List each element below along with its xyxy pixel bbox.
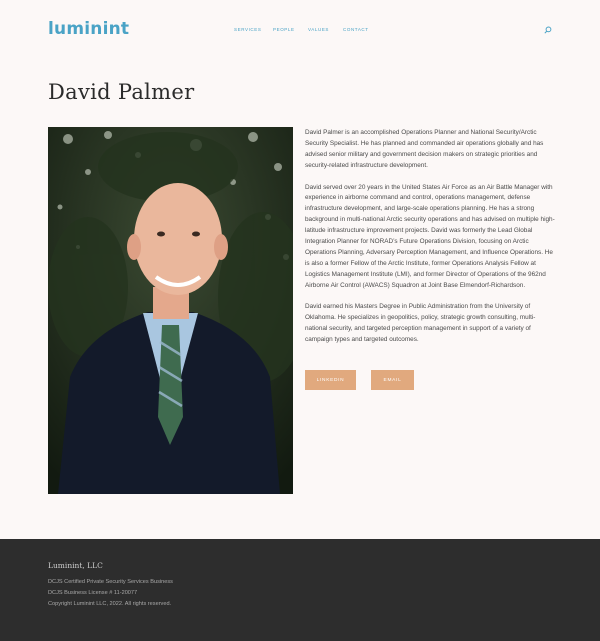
linkedin-button[interactable]: LINKEDIN — [305, 370, 356, 390]
bio-paragraph: David earned his Masters Degree in Publi… — [305, 303, 536, 344]
site-header: luminint SERVICES PEOPLE VALUES CONTACT — [0, 0, 600, 60]
nav-item-values[interactable]: VALUES — [308, 27, 329, 32]
bio-paragraph: David Palmer is an accomplished Operatio… — [305, 129, 544, 169]
bio-paragraph: David served over 20 years in the United… — [305, 183, 555, 289]
profile-photo-image — [48, 127, 293, 494]
footer-license: DCJS Business License # 11-20077 — [48, 590, 138, 596]
site-footer: Luminint, LLC DCJS Certified Private Sec… — [0, 539, 600, 641]
page-title: David Palmer — [48, 80, 195, 104]
email-button[interactable]: EMAIL — [371, 370, 414, 390]
profile-photo — [48, 127, 293, 494]
footer-copyright: Copyright Luminint LLC, 2022. All rights… — [48, 601, 172, 607]
nav-item-people[interactable]: PEOPLE — [273, 27, 295, 32]
footer-certification: DCJS Certified Private Security Services… — [48, 579, 173, 585]
site-logo[interactable]: luminint — [48, 19, 129, 39]
footer-company-name: Luminint, LLC — [48, 561, 103, 570]
bio-section: David Palmer is an accomplished Operatio… — [305, 128, 555, 357]
search-icon[interactable] — [544, 26, 552, 34]
nav-item-contact[interactable]: CONTACT — [343, 27, 369, 32]
nav-item-services[interactable]: SERVICES — [234, 27, 261, 32]
